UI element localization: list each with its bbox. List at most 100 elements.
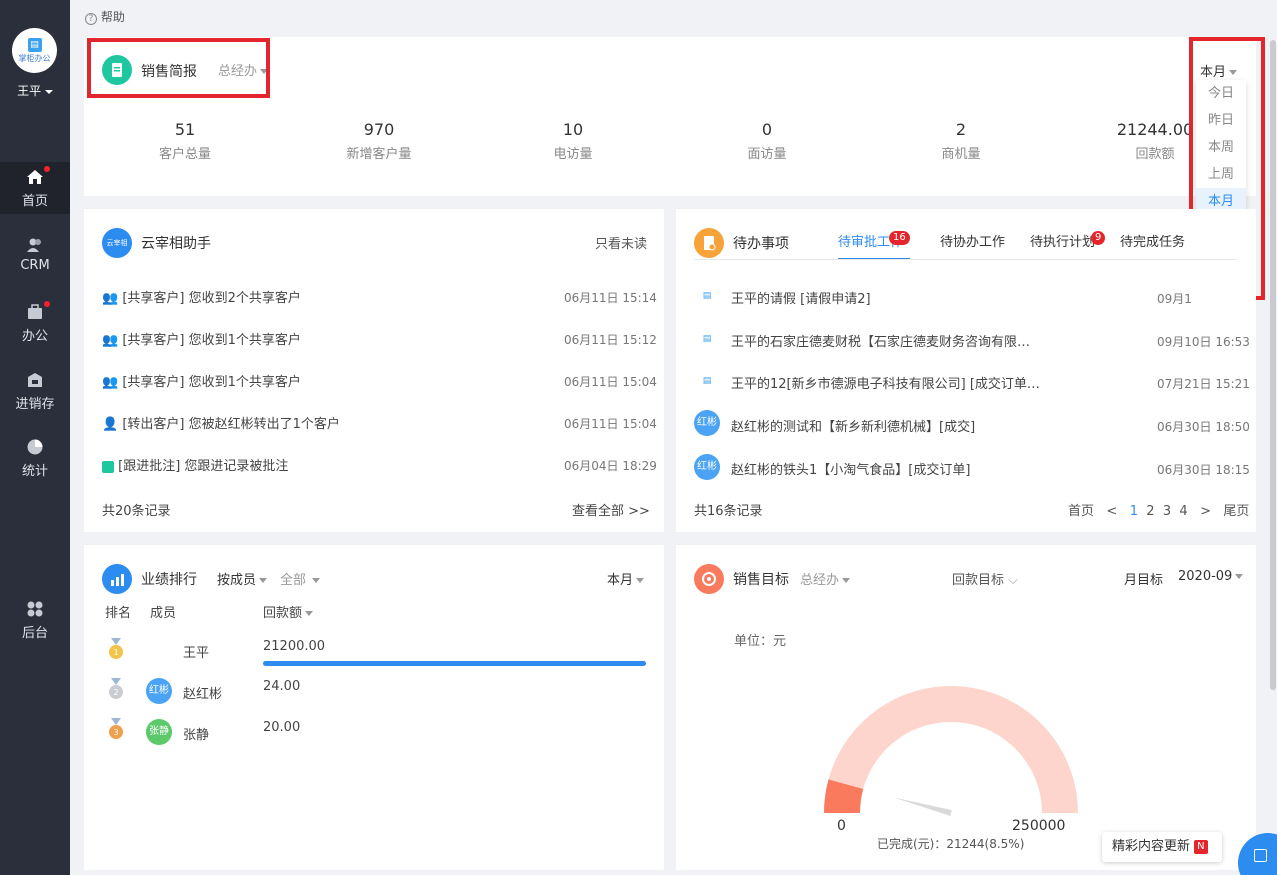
- ranking-scope-dropdown[interactable]: 全部: [280, 569, 321, 588]
- nav-stats[interactable]: 统计: [0, 438, 70, 479]
- unread-only-toggle[interactable]: 只看未读: [595, 233, 647, 252]
- assistant-item-text: [转出客户] 您被赵红彬转出了1个客户: [122, 417, 340, 432]
- stat-opportunities: 2 商机量: [891, 120, 1031, 162]
- stat-value: 970: [363, 120, 395, 139]
- stat-visits: 0 面访量: [697, 120, 837, 162]
- page-4[interactable]: 4: [1179, 504, 1187, 519]
- ranking-period-dropdown[interactable]: 本月: [607, 569, 645, 588]
- assistant-item[interactable]: 👤 [转出客户] 您被赵红彬转出了1个客户: [102, 413, 340, 432]
- tab-label: 待协办工作: [940, 235, 1006, 250]
- nav-office[interactable]: 办公: [0, 301, 70, 344]
- member-amount: 20.00: [263, 720, 301, 735]
- first-page-link[interactable]: 首页: [1068, 504, 1094, 519]
- gauge-min-label: 0: [837, 818, 846, 834]
- caret-down-icon: [312, 578, 321, 583]
- share-customer-icon: 👥: [102, 333, 119, 348]
- target-title: 销售目标: [733, 572, 789, 588]
- avatar: ▤: [694, 326, 720, 352]
- todo-item-time: 06月30日 18:50: [1157, 420, 1250, 434]
- page-scrollbar[interactable]: [1270, 40, 1276, 690]
- tab-badge: 16: [889, 231, 910, 245]
- assistant-item-text: [共享客户] 您收到2个共享客户: [122, 291, 301, 306]
- member-name: 赵红彬: [183, 687, 223, 702]
- company-logo[interactable]: ▤ 掌柜办公: [12, 28, 57, 73]
- ranking-by-dropdown[interactable]: 按成员: [217, 569, 268, 588]
- assistant-item-time: 06月11日 15:14: [564, 291, 657, 305]
- assistant-item[interactable]: 👥 [共享客户] 您收到1个共享客户: [102, 371, 301, 390]
- stat-calls: 10 电访量: [503, 120, 643, 162]
- tab-pending-plans[interactable]: 待执行计划9: [1030, 231, 1106, 250]
- target-scope-dropdown[interactable]: 总经办: [800, 569, 851, 588]
- cloud-icon: 云宰相: [102, 228, 132, 258]
- svg-text:3: 3: [113, 728, 118, 737]
- caret-down-icon: [842, 578, 851, 583]
- amount-bar-track: [263, 661, 646, 666]
- page-1[interactable]: 1: [1130, 504, 1138, 519]
- tab-pending-approval[interactable]: 待审批工作16: [838, 231, 910, 260]
- todo-title: 待办事项: [733, 236, 789, 252]
- ranking-title: 业绩排行: [141, 572, 197, 588]
- nav-label: 统计: [21, 464, 48, 479]
- todo-item[interactable]: 赵红彬的测试和【新乡新利德机械】[成交]: [731, 416, 975, 435]
- nav-home[interactable]: 首页: [0, 162, 70, 214]
- nav-inventory[interactable]: 进销存: [0, 371, 70, 412]
- pie-chart-icon: [27, 439, 43, 455]
- page-3[interactable]: 3: [1163, 504, 1171, 519]
- todo-item[interactable]: 王平的请假 [请假申请2]: [731, 288, 871, 307]
- assistant-item[interactable]: [跟进批注] 您跟进记录被批注: [102, 455, 288, 474]
- todo-item[interactable]: 王平的12[新乡市德源电子科技有限公司] [成交订单…: [731, 373, 1040, 392]
- bar-chart-icon: [102, 564, 132, 594]
- assistant-item[interactable]: 👥 [共享客户] 您收到1个共享客户: [102, 329, 301, 348]
- avatar: ▤: [694, 283, 720, 309]
- target-kind-dropdown[interactable]: 回款目标 ⌵: [952, 569, 1018, 588]
- assistant-total: 共20条记录: [102, 504, 171, 519]
- help-icon: ?: [85, 13, 97, 25]
- chevron-down-icon: [44, 89, 53, 94]
- gauge-needle: [893, 797, 952, 816]
- help-link[interactable]: ? 帮助: [85, 8, 125, 25]
- todo-item[interactable]: 赵红彬的铁头1【小淘气食品】[成交订单]: [731, 459, 970, 478]
- nav-label: 后台: [21, 626, 48, 641]
- page-2[interactable]: 2: [1146, 504, 1154, 519]
- stat-label: 客户总量: [158, 147, 211, 162]
- prev-page-button[interactable]: <: [1106, 504, 1117, 519]
- content-update-bubble[interactable]: 精彩内容更新 N: [1102, 832, 1222, 862]
- stat-label: 电访量: [553, 147, 593, 162]
- share-customer-icon: 👥: [102, 375, 119, 390]
- nav-admin[interactable]: 后台: [0, 600, 70, 641]
- member-amount: 24.00: [263, 679, 301, 694]
- nav-label: 进销存: [15, 397, 55, 412]
- todo-total: 共16条记录: [694, 504, 763, 519]
- logo-icon: ▤: [27, 37, 42, 52]
- assistant-item-time: 06月11日 15:04: [564, 375, 657, 389]
- view-all-link[interactable]: 查看全部 >>: [572, 500, 650, 519]
- next-page-button[interactable]: >: [1200, 504, 1211, 519]
- member-name: 张静: [183, 728, 210, 743]
- sales-target-panel: 销售目标 总经办 回款目标 ⌵ 月目标 2020-09 单位：元 0 25000…: [676, 545, 1256, 870]
- todo-item-time: 09月10日 16:53: [1157, 335, 1250, 349]
- pagination: 首页 < 1 2 3 4 > 尾页: [1068, 500, 1249, 519]
- target-month-dropdown[interactable]: 2020-09: [1178, 569, 1244, 584]
- tab-pending-assist[interactable]: 待协办工作: [940, 231, 1005, 250]
- todo-item[interactable]: 王平的石家庄德麦财税【石家庄德麦财务咨询有限…: [731, 331, 1030, 350]
- nav-crm[interactable]: CRM: [0, 236, 70, 273]
- help-label: 帮助: [100, 10, 125, 24]
- header-amount[interactable]: 回款额: [263, 602, 314, 621]
- ranking-period-label: 本月: [607, 573, 634, 588]
- assistant-item-time: 06月11日 15:12: [564, 333, 657, 347]
- gauge-track: [824, 686, 1078, 813]
- assistant-item-text: [共享客户] 您收到1个共享客户: [122, 333, 301, 348]
- transfer-customer-icon: 👤: [102, 417, 119, 432]
- edit-icon: [1254, 849, 1267, 862]
- ranking-by-label: 按成员: [217, 573, 257, 588]
- todo-item-time: 07月21日 15:21: [1157, 377, 1250, 391]
- user-menu[interactable]: 王平: [0, 82, 70, 99]
- last-page-link[interactable]: 尾页: [1223, 504, 1249, 519]
- todo-panel: 待办事项 待审批工作16 待协办工作 待执行计划9 待完成任务 ▤ 王平的请假 …: [676, 209, 1256, 532]
- briefcase-icon: [28, 304, 42, 319]
- assistant-item[interactable]: 👥 [共享客户] 您收到2个共享客户: [102, 287, 301, 306]
- todo-item-time: 09月1: [1157, 292, 1192, 306]
- assistant-item-time: 06月04日 18:29: [564, 459, 657, 473]
- stat-label: 商机量: [941, 147, 981, 162]
- tab-pending-tasks[interactable]: 待完成任务: [1120, 231, 1190, 250]
